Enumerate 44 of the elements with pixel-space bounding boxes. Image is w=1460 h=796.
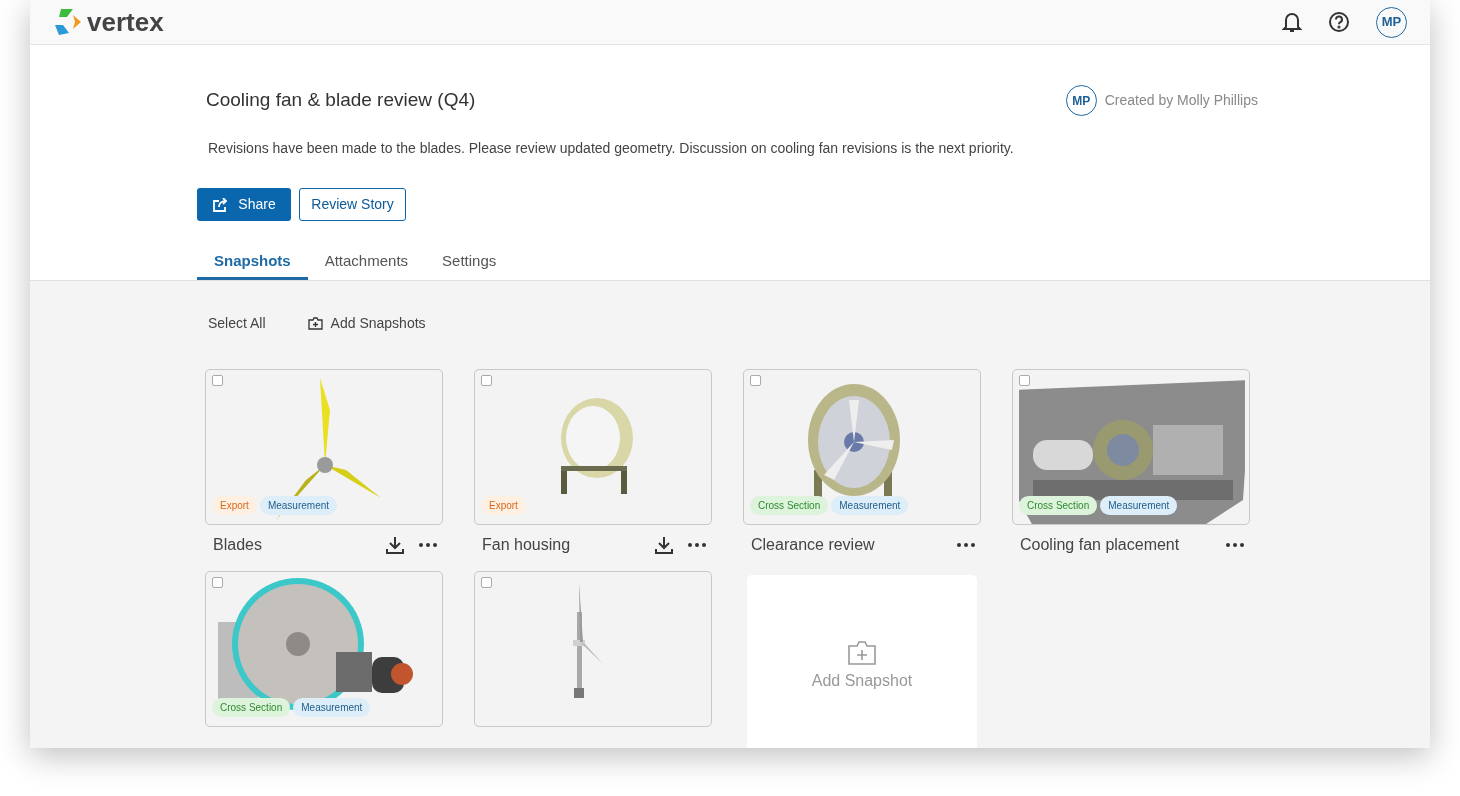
checkbox[interactable]	[1019, 375, 1030, 386]
select-all-button[interactable]: Select All	[208, 313, 266, 334]
story-description: Revisions have been made to the blades. Please review updated geometry. Discussion on cooling fan revisions is the next priority.	[208, 139, 1015, 158]
tag: Cross Section	[212, 698, 291, 717]
snapshot-title: Cooling fan placement	[1020, 534, 1180, 555]
checkbox[interactable]	[481, 375, 492, 386]
tag: Cross Section	[1019, 496, 1098, 515]
tag: Measurement	[293, 698, 371, 717]
snapshot-card[interactable]: Export	[474, 369, 712, 525]
tab[interactable]: Snapshots	[197, 246, 308, 280]
snapshot-title: Clearance review	[751, 534, 875, 555]
tag: Measurement	[259, 496, 338, 515]
add-folder-icon	[307, 317, 323, 330]
logo-icon	[53, 7, 83, 37]
notification-icon[interactable]	[1282, 11, 1302, 33]
logo-text: vertex	[87, 9, 164, 35]
creator-text: Created by Molly Phillips	[1104, 91, 1258, 110]
tab[interactable]: Settings	[425, 246, 514, 280]
snapshot-card[interactable]: Cross Section Measurement	[205, 571, 443, 727]
checkbox[interactable]	[481, 577, 492, 588]
tag: Export	[481, 496, 526, 515]
tag: Export	[212, 496, 257, 515]
snapshot-title: Fan housing	[482, 534, 571, 555]
snapshot-card[interactable]: Cross Section Measurement	[743, 369, 981, 525]
snapshot-card[interactable]: Export Measurement	[205, 369, 443, 525]
help-icon[interactable]	[1328, 11, 1350, 33]
snapshot-title: Blades	[213, 534, 262, 555]
add-snapshot-label: Add Snapshot	[811, 671, 913, 691]
download-icon[interactable]	[385, 534, 405, 555]
share-button[interactable]: Share	[197, 188, 291, 221]
snapshot-card[interactable]: Cross Section Measurement	[1012, 369, 1250, 525]
review-story-button[interactable]: Review Story	[299, 188, 406, 221]
checkbox[interactable]	[212, 577, 223, 588]
story-title: Cooling fan & blade review (Q4)	[206, 88, 476, 113]
tag: Cross Section	[750, 496, 829, 515]
add-snapshots-button[interactable]: Add Snapshots	[307, 313, 426, 334]
tag: Measurement	[831, 496, 909, 515]
checkbox[interactable]	[750, 375, 761, 386]
tag: Measurement	[1100, 496, 1178, 515]
download-icon[interactable]	[654, 534, 674, 555]
add-folder-icon	[848, 641, 876, 665]
share-icon	[212, 197, 229, 212]
checkbox[interactable]	[212, 375, 223, 386]
tab[interactable]: Attachments	[307, 246, 426, 280]
